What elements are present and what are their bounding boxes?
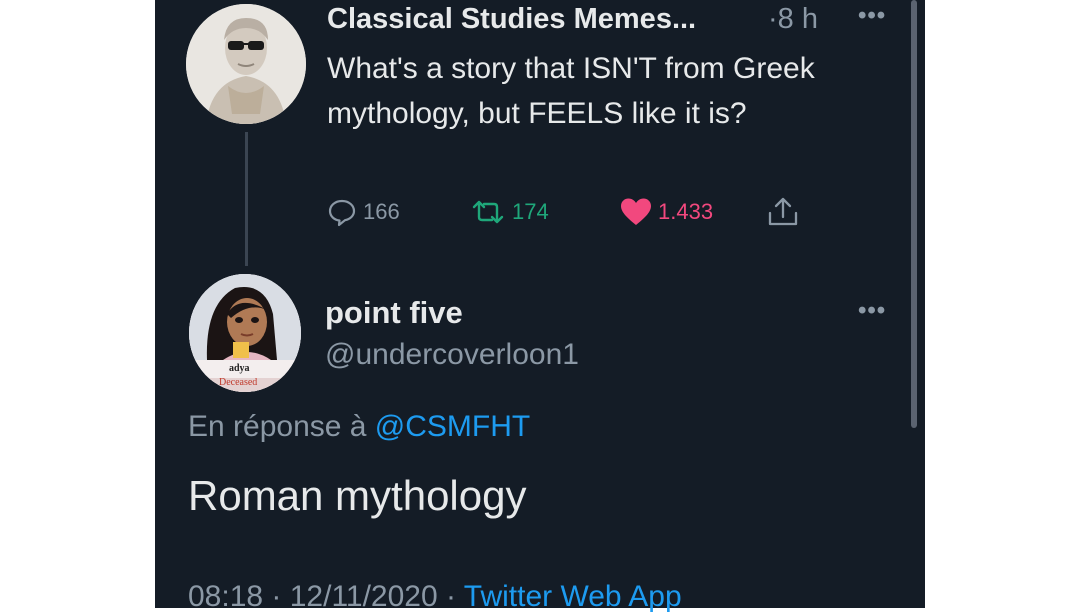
tweet-text: What's a story that ISN'T from Greek myt… (327, 52, 815, 130)
heart-icon (621, 198, 651, 225)
retweet-button[interactable]: 174 (470, 196, 549, 228)
more-icon[interactable]: ••• (858, 297, 886, 325)
bust-avatar-icon (186, 4, 306, 124)
reply-text: Roman mythology (188, 472, 527, 519)
avatar-subcaption: Deceased (219, 377, 258, 388)
tweet-meta: 08:18 · 12/11/2020 · Twitter Web App (188, 580, 682, 614)
like-count: 1.433 (658, 199, 714, 224)
thread-line (245, 132, 248, 266)
reply-author-name[interactable]: point five (325, 295, 463, 331)
avatar-caption: adya (229, 363, 250, 374)
scrollbar[interactable] (911, 0, 917, 428)
avatar[interactable] (186, 4, 306, 124)
retweet-icon (472, 200, 504, 224)
share-button[interactable] (766, 196, 806, 228)
reply-button[interactable]: 166 (327, 196, 400, 228)
retweet-count: 174 (512, 199, 549, 224)
cartoon-avatar-icon (189, 274, 301, 392)
reply-context: En réponse à @CSMFHT (188, 410, 530, 444)
avatar[interactable]: adya Deceased (189, 274, 301, 392)
like-button[interactable]: 1.433 (620, 196, 713, 228)
reply-author-handle[interactable]: @undercoverloon1 (325, 338, 579, 372)
source-app-link[interactable]: Twitter Web App (464, 580, 682, 613)
more-icon[interactable]: ••• (858, 2, 886, 30)
reply-icon (328, 199, 356, 227)
tweet-time[interactable]: ·8 h (768, 3, 818, 36)
author-name[interactable]: Classical Studies Memes... (327, 3, 696, 36)
reply-count: 166 (363, 199, 400, 224)
reply-to-link[interactable]: @CSMFHT (375, 410, 530, 443)
reply-prefix: En réponse à (188, 410, 375, 443)
tweet-timestamp[interactable]: 08:18 · 12/11/2020 · (188, 580, 464, 613)
share-icon (768, 197, 798, 226)
